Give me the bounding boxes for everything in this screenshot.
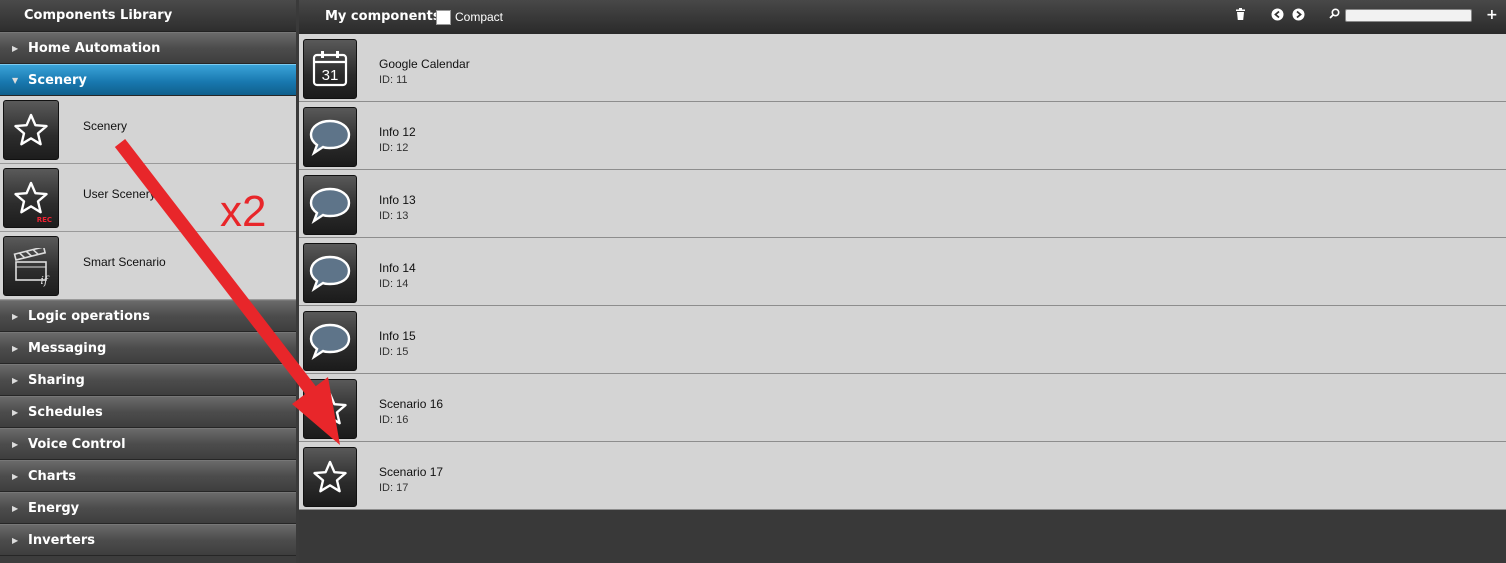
component-id: ID: 15 bbox=[379, 346, 409, 358]
speech-bubble-icon bbox=[303, 175, 357, 235]
category-label: Voice Control bbox=[28, 437, 126, 452]
category-home-automation[interactable]: ▶ Home Automation bbox=[0, 32, 296, 64]
component-row[interactable]: Info 13 ID: 13 bbox=[299, 170, 1506, 238]
category-label: Charts bbox=[28, 469, 76, 484]
component-row[interactable]: Info 12 ID: 12 bbox=[299, 102, 1506, 170]
components-toolbar: My components Compact + bbox=[299, 0, 1506, 34]
component-name: Scenario 17 bbox=[379, 465, 444, 479]
components-library-panel: Components Library ▶ Home Automation ▼ S… bbox=[0, 0, 296, 563]
expand-arrow-icon: ▶ bbox=[12, 536, 19, 545]
component-name: Info 12 bbox=[379, 125, 416, 139]
category-energy[interactable]: ▶ Energy bbox=[0, 492, 296, 524]
calendar-day: 31 bbox=[322, 67, 339, 84]
component-row[interactable]: 31 Google Calendar ID: 11 bbox=[299, 34, 1506, 102]
category-voice-control[interactable]: ▶ Voice Control bbox=[0, 428, 296, 460]
my-components-panel: My components Compact + 31 Google Calend… bbox=[299, 0, 1506, 563]
rec-badge: REC bbox=[36, 216, 52, 224]
category-label: Home Automation bbox=[28, 41, 161, 56]
library-item-label: Smart Scenario bbox=[83, 255, 166, 269]
category-schedules[interactable]: ▶ Schedules bbox=[0, 396, 296, 428]
component-name: Info 15 bbox=[379, 329, 416, 343]
speech-bubble-icon bbox=[303, 107, 357, 167]
trash-icon[interactable] bbox=[1235, 8, 1246, 23]
sidebar-title: Components Library bbox=[0, 0, 296, 32]
add-icon[interactable]: + bbox=[1486, 7, 1498, 23]
category-label: Inverters bbox=[28, 533, 95, 548]
component-id: ID: 13 bbox=[379, 210, 409, 222]
component-id: ID: 12 bbox=[379, 142, 409, 154]
expand-arrow-icon: ▶ bbox=[12, 312, 19, 321]
category-label: Energy bbox=[28, 501, 80, 516]
category-messaging[interactable]: ▶ Messaging bbox=[0, 332, 296, 364]
component-row[interactable]: Info 15 ID: 15 bbox=[299, 306, 1506, 374]
expand-arrow-icon: ▶ bbox=[12, 408, 19, 417]
component-id: ID: 17 bbox=[379, 482, 409, 494]
search-input[interactable] bbox=[1345, 9, 1472, 22]
component-row[interactable]: Info 14 ID: 14 bbox=[299, 238, 1506, 306]
star-icon bbox=[3, 100, 59, 160]
category-scenery[interactable]: ▼ Scenery bbox=[0, 64, 296, 96]
category-sharing[interactable]: ▶ Sharing bbox=[0, 364, 296, 396]
panel-title: My components bbox=[325, 9, 441, 24]
component-id: ID: 16 bbox=[379, 414, 409, 426]
star-rec-icon: REC bbox=[3, 168, 59, 228]
component-name: Google Calendar bbox=[379, 57, 470, 71]
category-logic-operations[interactable]: ▶ Logic operations bbox=[0, 300, 296, 332]
expand-arrow-icon: ▶ bbox=[12, 440, 19, 449]
previous-icon[interactable] bbox=[1271, 8, 1284, 24]
search-icon bbox=[1329, 8, 1340, 22]
star-icon bbox=[303, 379, 357, 439]
category-label: Logic operations bbox=[28, 309, 151, 324]
library-item-smart-scenario[interactable]: if Smart Scenario bbox=[0, 232, 296, 300]
expand-arrow-icon: ▶ bbox=[12, 44, 19, 53]
category-label: Messaging bbox=[28, 341, 107, 356]
component-name: Info 13 bbox=[379, 193, 416, 207]
category-label: Sharing bbox=[28, 373, 85, 388]
compact-checkbox[interactable] bbox=[436, 10, 451, 25]
category-charts[interactable]: ▶ Charts bbox=[0, 460, 296, 492]
compact-label[interactable]: Compact bbox=[455, 10, 503, 24]
speech-bubble-icon bbox=[303, 311, 357, 371]
annotation-x2-label: x2 bbox=[220, 187, 267, 236]
star-icon bbox=[303, 447, 357, 507]
component-id: ID: 14 bbox=[379, 278, 409, 290]
clapperboard-if-icon: if bbox=[3, 236, 59, 296]
component-name: Scenario 16 bbox=[379, 397, 444, 411]
category-inverters[interactable]: ▶ Inverters bbox=[0, 524, 296, 556]
component-name: Info 14 bbox=[379, 261, 416, 275]
expand-arrow-icon: ▶ bbox=[12, 472, 19, 481]
component-row[interactable]: Scenario 17 ID: 17 bbox=[299, 442, 1506, 510]
expand-arrow-icon: ▶ bbox=[12, 504, 19, 513]
component-row[interactable]: Scenario 16 ID: 16 bbox=[299, 374, 1506, 442]
expand-arrow-icon: ▶ bbox=[12, 344, 19, 353]
library-item-scenery[interactable]: Scenery bbox=[0, 96, 296, 164]
speech-bubble-icon bbox=[303, 243, 357, 303]
category-label: Scenery bbox=[28, 73, 87, 88]
component-id: ID: 11 bbox=[379, 74, 408, 86]
if-badge: if bbox=[40, 274, 48, 287]
collapse-arrow-icon: ▼ bbox=[12, 76, 19, 85]
expand-arrow-icon: ▶ bbox=[12, 376, 19, 385]
category-label: Schedules bbox=[28, 405, 103, 420]
library-item-label: User Scenery bbox=[83, 187, 156, 201]
library-item-label: Scenery bbox=[83, 119, 128, 133]
next-icon[interactable] bbox=[1292, 8, 1305, 24]
calendar-icon: 31 bbox=[303, 39, 357, 99]
